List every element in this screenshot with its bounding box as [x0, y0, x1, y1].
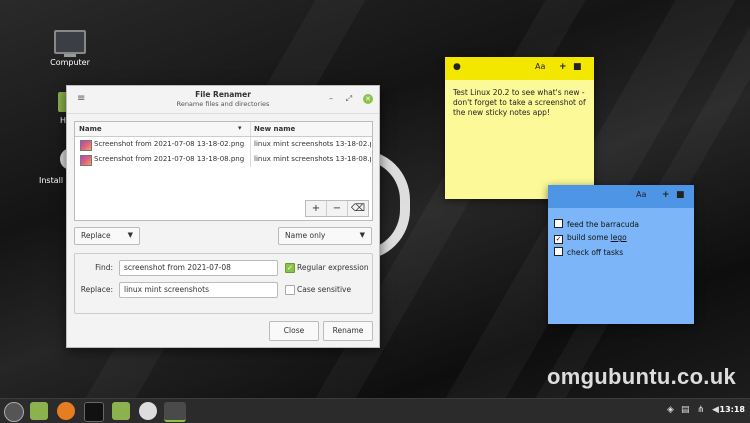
desktop-icon-computer[interactable]: Computer — [35, 30, 105, 67]
table-row[interactable]: Screenshot from 2021-07-08 13-18-08.png … — [75, 152, 372, 167]
disc-icon[interactable] — [139, 402, 157, 420]
titlebar[interactable]: ≡ File Renamer Rename files and director… — [67, 86, 379, 114]
drop-color-icon[interactable]: ● — [453, 62, 461, 72]
find-replace-group: Find: screenshot from 2021-07-08 ✓ Regul… — [74, 253, 373, 314]
computer-icon — [54, 30, 86, 57]
list-item[interactable]: feed the barracuda — [554, 219, 639, 229]
chevron-down-icon: ▼ — [127, 231, 133, 239]
trash-icon[interactable]: ■ — [676, 190, 685, 200]
rename-button[interactable]: Rename — [323, 321, 373, 341]
file-renamer-task-icon[interactable] — [164, 402, 186, 422]
trash-icon[interactable]: ■ — [573, 62, 582, 72]
close-button[interactable]: Close — [269, 321, 319, 341]
task-checkbox-checked[interactable]: ✓ — [554, 235, 563, 244]
scope-combo[interactable]: Name only ▼ — [278, 227, 372, 245]
file-renamer-window: ≡ File Renamer Rename files and director… — [66, 85, 380, 348]
desktop-icon-home[interactable]: H — [25, 92, 84, 125]
network-icon[interactable]: ⋔ — [697, 405, 705, 415]
sort-chevron-down-icon[interactable]: ▾ — [238, 124, 242, 132]
remove-file-button[interactable]: − — [326, 201, 347, 216]
list-item[interactable]: check off tasks — [554, 247, 623, 257]
task-checkbox[interactable] — [554, 219, 563, 228]
shield-icon[interactable]: ◈ — [667, 405, 674, 415]
terminal-icon[interactable] — [84, 402, 104, 422]
image-file-icon — [80, 155, 92, 166]
clock[interactable]: 13:18 — [720, 405, 745, 414]
column-header-name[interactable]: Name — [79, 125, 102, 133]
note-text[interactable]: Test Linux 20.2 to see what's new - don'… — [445, 80, 594, 126]
text-format-icon[interactable]: Aa — [535, 62, 545, 71]
replace-input[interactable]: linux mint screenshots — [119, 282, 278, 298]
folder-icon[interactable] — [112, 402, 130, 420]
firefox-icon[interactable] — [57, 402, 75, 420]
minimize-icon[interactable]: – — [326, 94, 336, 104]
replace-label: Replace: — [80, 285, 113, 294]
maximize-icon[interactable]: ⤢ — [344, 94, 354, 104]
file-list: Name ▾ New name Screenshot from 2021-07-… — [74, 121, 373, 221]
files-folder-icon[interactable] — [30, 402, 48, 420]
case-sensitive-label: Case sensitive — [297, 285, 352, 294]
notes-icon[interactable]: ▤ — [681, 405, 690, 415]
watermark: omgubuntu.co.uk — [546, 364, 736, 389]
clear-list-button[interactable]: ⌫ — [347, 201, 368, 216]
list-item[interactable]: ✓ build some lego — [554, 233, 627, 244]
add-note-icon[interactable]: + — [662, 190, 670, 200]
chevron-down-icon: ▼ — [359, 231, 365, 239]
find-input[interactable]: screenshot from 2021-07-08 — [119, 260, 278, 276]
close-icon[interactable]: ✕ — [363, 94, 373, 104]
add-note-icon[interactable]: + — [559, 62, 567, 72]
taskbar: ◈ ▤ ⋔ ◀ 13:18 — [0, 398, 750, 423]
find-label: Find: — [95, 263, 113, 272]
list-header: Name ▾ New name — [75, 122, 372, 137]
mode-combo[interactable]: Replace ▼ — [74, 227, 140, 245]
list-toolbar: + − ⌫ — [305, 200, 369, 217]
sticky-note-yellow[interactable]: ● Aa + ■ Test Linux 20.2 to see what's n… — [445, 57, 594, 199]
sticky-note-blue[interactable]: Aa + ■ feed the barracuda ✓ build some le… — [548, 185, 694, 324]
task-checkbox[interactable] — [554, 247, 563, 256]
column-header-new-name[interactable]: New name — [254, 125, 295, 133]
desktop-icon-install[interactable]: Install L — [25, 148, 82, 185]
image-file-icon — [80, 140, 92, 151]
text-format-icon[interactable]: Aa — [636, 190, 646, 199]
regex-checkbox[interactable]: ✓ — [285, 263, 295, 273]
add-file-button[interactable]: + — [306, 201, 326, 216]
case-sensitive-checkbox[interactable] — [285, 285, 295, 295]
note-toolbar[interactable]: ● Aa + ■ — [445, 57, 594, 80]
volume-icon[interactable]: ◀ — [712, 405, 719, 415]
table-row[interactable]: Screenshot from 2021-07-08 13-18-02.png … — [75, 137, 372, 152]
regex-label: Regular expression — [297, 263, 369, 272]
note-toolbar[interactable]: Aa + ■ — [548, 185, 694, 208]
menu-mint-icon[interactable] — [4, 402, 24, 422]
